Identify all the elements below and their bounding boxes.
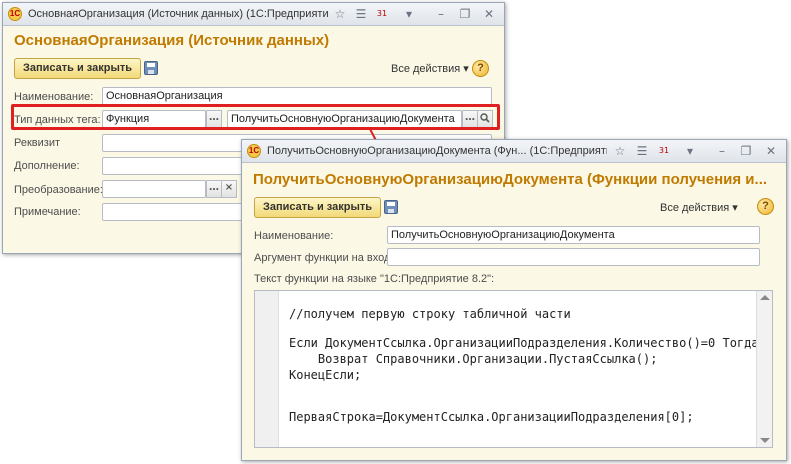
requisite-label: Реквизит	[14, 137, 60, 149]
transform-select-button[interactable]: …	[206, 180, 222, 198]
form-caption: ОсновнаяОрганизация (Источник данных)	[14, 32, 330, 49]
window-titlebar[interactable]: 1С ПолучитьОсновнуюОрганизациюДокумента …	[242, 140, 786, 163]
all-actions-menu[interactable]: Все действия ▾	[391, 62, 469, 75]
argument-label: Аргумент функции на входе:	[254, 252, 400, 264]
addition-label: Дополнение:	[14, 160, 80, 172]
menu-icon[interactable]: ▾	[682, 143, 698, 159]
window-title: ОсновнаяОрганизация (Источник данных) (1…	[28, 8, 328, 20]
list-icon[interactable]: ☰	[634, 143, 650, 159]
name-field[interactable]: ПолучитьОсновнуюОрганизациюДокумента	[387, 226, 760, 244]
code-line: //получем первую строку табличной части	[289, 307, 571, 321]
vertical-scrollbar[interactable]	[756, 291, 772, 447]
help-icon[interactable]: ?	[757, 198, 774, 215]
save-disk-icon[interactable]	[144, 61, 158, 75]
highlight-box	[11, 104, 500, 130]
transform-clear-button[interactable]: ×	[221, 180, 237, 198]
calendar-icon[interactable]: 31	[374, 6, 390, 22]
menu-icon[interactable]: ▾	[401, 6, 417, 22]
code-label: Текст функции на языке "1С:Предприятие 8…	[254, 273, 495, 285]
code-line: КонецЕсли;	[289, 368, 362, 382]
restore-icon[interactable]: ❐	[738, 143, 754, 159]
name-label: Наименование:	[14, 91, 94, 103]
close-icon[interactable]: ✕	[763, 143, 779, 159]
window-function: 1С ПолучитьОсновнуюОрганизациюДокумента …	[241, 139, 787, 461]
scroll-down-icon[interactable]	[760, 438, 770, 443]
name-field[interactable]: ОсновнаяОрганизация	[102, 87, 492, 105]
minimize-icon[interactable]: –	[433, 6, 449, 22]
all-actions-menu[interactable]: Все действия ▾	[660, 201, 738, 214]
code-gutter	[255, 291, 279, 447]
1c-logo-icon: 1С	[247, 144, 261, 158]
code-line: Возврат Справочники.Организации.ПустаяСс…	[289, 352, 658, 366]
window-title: ПолучитьОсновнуюОрганизациюДокумента (Фу…	[267, 145, 607, 157]
form-caption: ПолучитьОсновнуюОрганизациюДокумента (Фу…	[253, 171, 768, 188]
restore-icon[interactable]: ❐	[457, 6, 473, 22]
code-line: ПерваяСтрока=ДокументСсылка.ОрганизацииП…	[289, 410, 694, 424]
save-disk-icon[interactable]	[384, 200, 398, 214]
code-editor[interactable]: //получем первую строку табличной части …	[254, 290, 773, 448]
code-line: Если ДокументСсылка.ОрганизацииПодраздел…	[289, 336, 759, 350]
minimize-icon[interactable]: –	[714, 143, 730, 159]
argument-field[interactable]	[387, 248, 760, 266]
save-close-button[interactable]: Записать и закрыть	[254, 197, 382, 218]
favorite-icon[interactable]: ☆	[612, 143, 628, 159]
close-icon[interactable]: ✕	[481, 6, 497, 22]
window-titlebar[interactable]: 1С ОсновнаяОрганизация (Источник данных)…	[3, 3, 504, 26]
list-icon[interactable]: ☰	[353, 6, 369, 22]
scroll-up-icon[interactable]	[760, 295, 770, 300]
transform-field[interactable]	[102, 180, 206, 198]
help-icon[interactable]: ?	[472, 60, 489, 77]
transform-label: Преобразование:	[14, 184, 103, 196]
save-close-button[interactable]: Записать и закрыть	[14, 58, 142, 79]
note-label: Примечание:	[14, 206, 81, 218]
favorite-icon[interactable]: ☆	[332, 6, 348, 22]
calendar-icon[interactable]: 31	[656, 143, 672, 159]
1c-logo-icon: 1С	[8, 7, 22, 21]
name-label: Наименование:	[254, 230, 334, 242]
